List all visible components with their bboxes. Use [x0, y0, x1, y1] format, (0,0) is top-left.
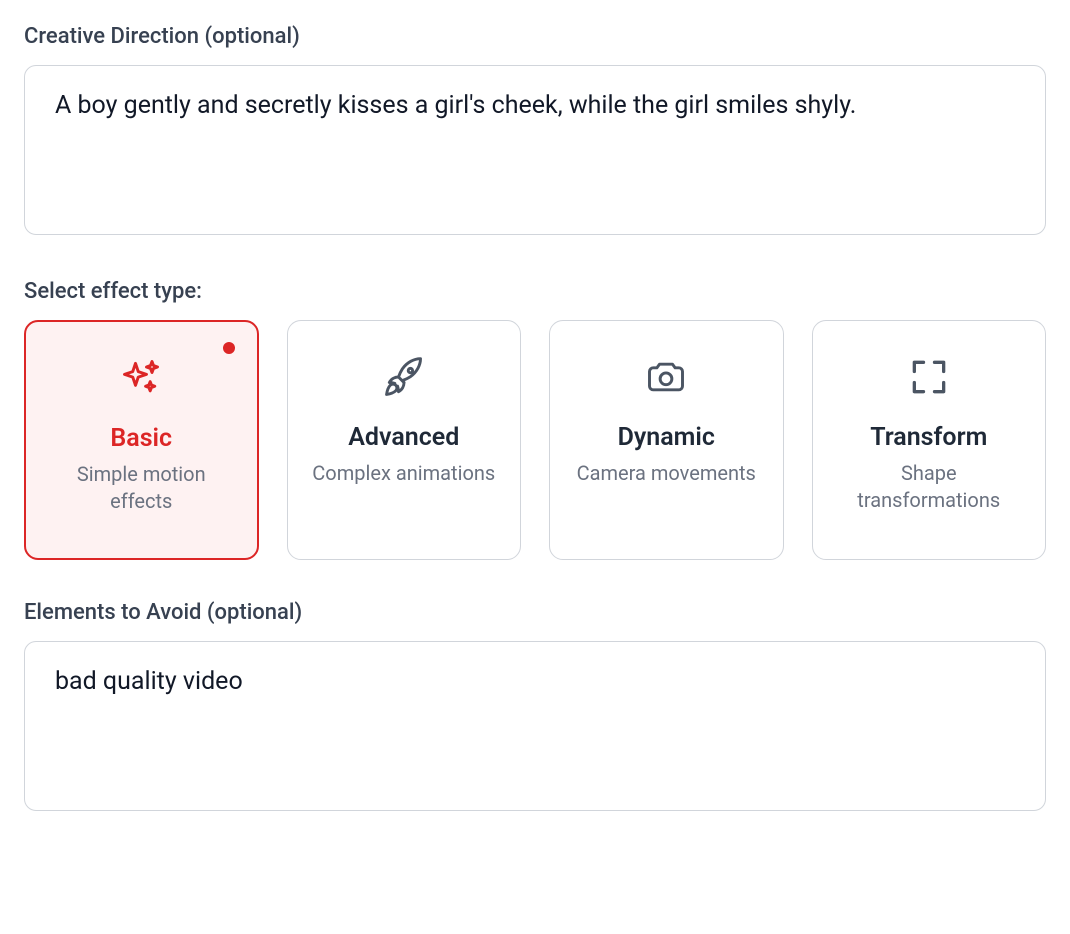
effect-title: Transform — [870, 423, 987, 452]
expand-icon — [907, 351, 951, 403]
effect-subtitle: Simple motion effects — [44, 461, 239, 515]
effect-card-basic[interactable]: Basic Simple motion effects — [24, 320, 259, 560]
effect-card-advanced[interactable]: Advanced Complex animations — [287, 320, 522, 560]
camera-icon — [644, 351, 688, 403]
effect-subtitle: Complex animations — [312, 460, 495, 487]
elements-to-avoid-input[interactable]: bad quality video — [24, 641, 1046, 811]
sparkles-icon — [119, 352, 163, 404]
effect-subtitle: Shape transformations — [831, 460, 1028, 514]
effect-title: Basic — [110, 424, 172, 453]
rocket-icon — [382, 351, 426, 403]
effect-type-grid: Basic Simple motion effects Advanced Com… — [24, 320, 1046, 560]
creative-direction-label: Creative Direction (optional) — [24, 24, 1046, 49]
effect-type-label: Select effect type: — [24, 279, 1046, 304]
effect-card-transform[interactable]: Transform Shape transformations — [812, 320, 1047, 560]
effect-subtitle: Camera movements — [577, 460, 756, 487]
elements-to-avoid-label: Elements to Avoid (optional) — [24, 600, 1046, 625]
effect-title: Dynamic — [618, 423, 715, 452]
effect-card-dynamic[interactable]: Dynamic Camera movements — [549, 320, 784, 560]
selected-indicator-dot — [223, 342, 235, 354]
effect-title: Advanced — [348, 423, 459, 452]
creative-direction-input[interactable]: A boy gently and secretly kisses a girl'… — [24, 65, 1046, 235]
